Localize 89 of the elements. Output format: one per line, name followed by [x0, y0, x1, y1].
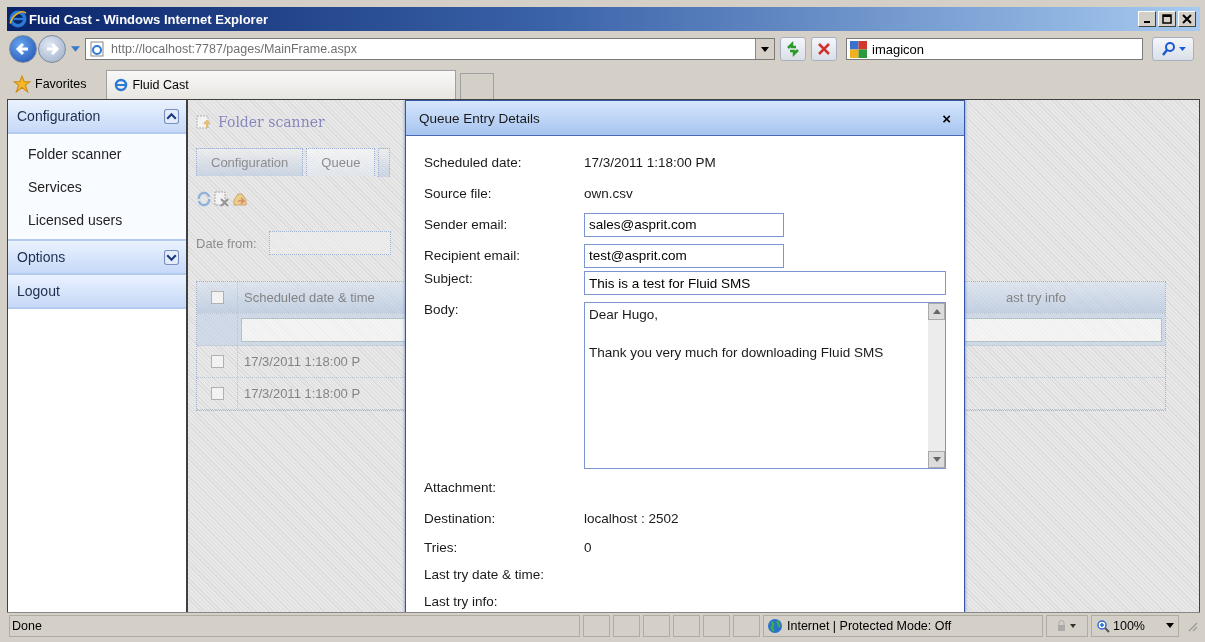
date-field[interactable]	[268, 231, 391, 255]
field-value: 17/3/2011 1:18:00 PM	[584, 155, 716, 170]
favorites-button[interactable]: Favorites	[11, 69, 97, 99]
scroll-up-button[interactable]	[928, 303, 945, 320]
dropdown-icon[interactable]	[71, 46, 80, 52]
globe-icon	[767, 617, 783, 634]
row-checkbox[interactable]	[210, 355, 224, 368]
field-label: Recipient email:	[424, 248, 522, 263]
delete-icon[interactable]	[214, 191, 230, 207]
forward-button[interactable]	[38, 35, 66, 63]
field-label: Last try date & time:	[424, 567, 546, 582]
address-field[interactable]: http://localhost:7787/pages/MainFrame.aspx	[85, 38, 775, 60]
caret-icon	[1178, 47, 1186, 51]
status-text: Done	[9, 614, 580, 637]
field-value: localhost : 2502	[584, 511, 679, 526]
select-all-checkbox[interactable]	[210, 291, 224, 304]
field-label: Tries:	[424, 540, 459, 555]
refresh-icon[interactable]	[196, 191, 212, 207]
dropdown-button[interactable]	[755, 39, 774, 59]
zoom-button[interactable]: 100%	[1091, 614, 1179, 637]
search-icon	[1160, 41, 1177, 57]
caret-icon	[1166, 623, 1174, 628]
field-label: Destination:	[424, 511, 497, 526]
sidebar-item[interactable]: Folder scanner	[8, 137, 186, 170]
lock-icon	[1056, 619, 1078, 632]
collapse-icon[interactable]	[164, 108, 179, 124]
row-checkbox[interactable]	[210, 387, 224, 400]
status-pane	[583, 614, 610, 637]
close-icon	[1182, 14, 1192, 24]
close-button[interactable]: ×	[939, 109, 954, 127]
search-text: imagicon	[872, 41, 925, 57]
field-label: Scheduled date:	[424, 155, 523, 170]
sidebar-item[interactable]: Licensed users	[8, 203, 186, 236]
maximize-button[interactable]	[1158, 11, 1176, 27]
close-button[interactable]	[1178, 11, 1196, 27]
maximize-icon	[1162, 14, 1172, 24]
scroll-down-button[interactable]	[928, 451, 945, 468]
star-icon	[13, 75, 31, 93]
browser-logo-icon	[113, 77, 130, 93]
caret-icon	[932, 457, 941, 462]
field-value: 0	[584, 540, 592, 555]
refresh-icon	[785, 41, 801, 57]
search-field[interactable]: imagicon	[846, 38, 1143, 60]
status-pane	[673, 614, 700, 637]
text-area[interactable]: Dear Hugo, Thank you very much for downloading Fluid SMS	[584, 302, 946, 469]
status-pane	[613, 614, 640, 637]
tab-edge[interactable]	[378, 148, 391, 177]
input-field[interactable]: This is a test for Fluid SMS	[584, 271, 946, 295]
status-pane	[643, 614, 670, 637]
field-label: Last try info:	[424, 594, 499, 609]
back-button[interactable]	[9, 35, 37, 63]
window-title: Fluid Cast - Windows Internet Explorer	[29, 11, 269, 27]
new-tab-button[interactable]	[460, 73, 495, 99]
search-provider-icon	[850, 40, 867, 58]
export-icon[interactable]	[232, 191, 248, 207]
table-cell: 17/3/2011 1:18:00 P	[244, 386, 361, 401]
folder-scan-icon	[196, 114, 212, 130]
expand-icon[interactable]	[164, 249, 179, 265]
stop-icon	[816, 41, 832, 57]
zoom-icon	[1096, 618, 1110, 633]
security-zone: Internet | Protected Mode: Off	[763, 614, 1043, 637]
dialog-title: Queue Entry Details	[419, 110, 540, 126]
field-label: Source file:	[424, 186, 493, 201]
caret-icon	[761, 46, 769, 52]
field-value: own.csv	[584, 186, 633, 201]
sidebar-link[interactable]: Logout	[8, 275, 186, 309]
browser-tab[interactable]: Fluid Cast	[106, 70, 457, 99]
table-cell: 17/3/2011 1:18:00 P	[244, 354, 361, 369]
page-title: Folder scanner	[218, 114, 325, 130]
sidebar-header[interactable]: Configuration	[8, 100, 186, 134]
input-field[interactable]: sales@asprit.com	[584, 212, 784, 237]
status-pane	[703, 614, 730, 637]
minimize-button[interactable]	[1138, 11, 1156, 27]
stop-button[interactable]	[811, 37, 837, 61]
input-field[interactable]: test@asprit.com	[584, 243, 784, 268]
field-label: Subject:	[424, 271, 474, 286]
scrollbar[interactable]	[928, 303, 945, 468]
field-label: Sender email:	[424, 217, 509, 232]
filter-label: Date from:	[196, 235, 257, 251]
status-pane	[733, 614, 760, 637]
minimize-icon	[1144, 21, 1150, 23]
sidebar-header[interactable]: Options	[8, 241, 186, 275]
page-icon	[89, 41, 105, 57]
field-label: Attachment:	[424, 480, 498, 495]
refresh-button[interactable]	[780, 37, 806, 61]
sidebar-item[interactable]: Services	[8, 170, 186, 203]
search-button[interactable]	[1152, 37, 1194, 61]
field-label: Body:	[424, 302, 460, 317]
browser-logo-icon	[9, 10, 27, 28]
